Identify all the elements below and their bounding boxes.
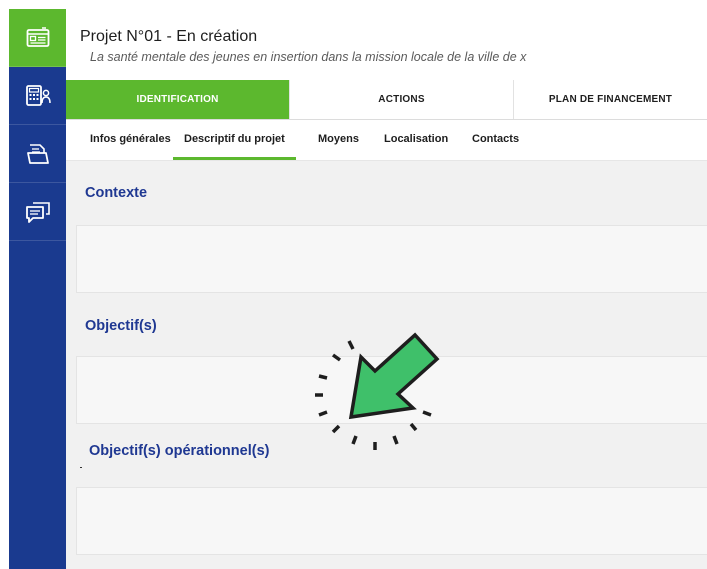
page-title: Projet N°01 - En création	[80, 28, 258, 45]
tab-identification[interactable]: IDENTIFICATION	[66, 80, 290, 119]
objectifs-operationnels-textarea[interactable]	[76, 487, 707, 555]
sidebar-item-budget[interactable]	[9, 67, 66, 125]
project-subtitle: La santé mentale des jeunes en insertion…	[90, 50, 527, 64]
subtab-moyens[interactable]: Moyens	[318, 120, 359, 157]
project-header: Projet N°01 - En création La santé menta…	[66, 9, 707, 80]
tab-actions[interactable]: ACTIONS	[290, 80, 514, 119]
main-tabs: IDENTIFICATION ACTIONS PLAN DE FINANCEME…	[66, 80, 707, 120]
folder-documents-icon	[26, 143, 49, 164]
project-card-icon	[26, 26, 49, 47]
sidebar-item-messages[interactable]	[9, 183, 66, 241]
window-frame	[0, 0, 9, 569]
subtab-localisation[interactable]: Localisation	[384, 120, 448, 157]
subtab-descriptif-du-projet[interactable]: Descriptif du projet	[173, 120, 296, 160]
click-arrow-icon	[315, 332, 440, 450]
subtab-contacts[interactable]: Contacts	[472, 120, 519, 157]
section-title-objectifs: Objectif(s)	[85, 318, 157, 334]
section-title-objectifs-operationnels: Objectif(s) opérationnel(s)	[89, 443, 270, 459]
section-title-contexte: Contexte	[85, 185, 148, 201]
tab-plan-de-financement[interactable]: PLAN DE FINANCEMENT	[514, 80, 707, 119]
contexte-textarea[interactable]	[76, 225, 707, 293]
stray-mark	[80, 467, 82, 468]
sidebar-item-project[interactable]	[9, 9, 66, 67]
sidebar	[9, 9, 66, 569]
calculator-user-icon	[25, 84, 51, 106]
sub-tabs: Infos générales Descriptif du projet Moy…	[66, 120, 707, 161]
sidebar-item-documents[interactable]	[9, 125, 66, 183]
main-content: Projet N°01 - En création La santé menta…	[66, 9, 707, 569]
chat-bubbles-icon	[25, 201, 50, 223]
subtab-infos-generales[interactable]: Infos générales	[90, 120, 171, 157]
